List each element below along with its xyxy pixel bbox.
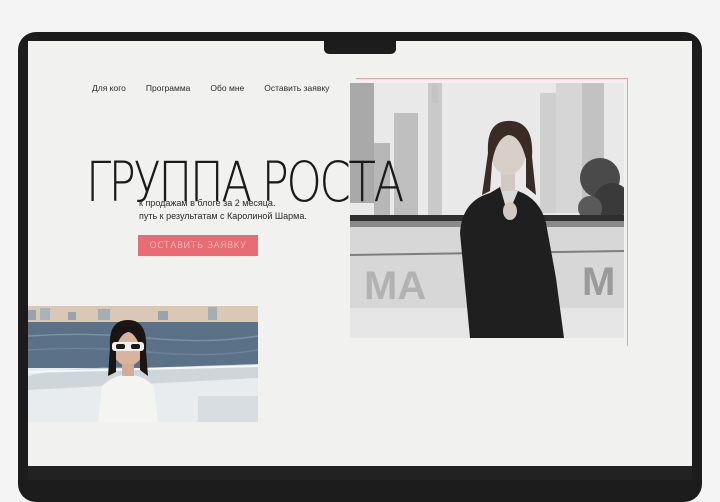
camera-notch [324,41,396,54]
nav-link-for-whom[interactable]: Для кого [92,83,126,93]
next-section-edge [28,466,692,480]
decorative-frame-right [627,78,628,346]
hero-title: ГРУППА РОСТА [86,149,404,214]
apply-button[interactable]: ОСТАВИТЬ ЗАЯВКУ [138,235,258,256]
svg-text:M: M [582,260,615,304]
website-screen: Для кого Программа Обо мне Оставить заяв… [28,41,692,480]
svg-text:MA: MA [364,264,426,308]
nav-link-program[interactable]: Программа [146,83,191,93]
decorative-frame-top [356,78,628,79]
nav-link-about[interactable]: Обо мне [210,83,244,93]
top-navigation: Для кого Программа Обо мне Оставить заяв… [92,83,329,93]
nav-link-apply[interactable]: Оставить заявку [264,83,329,93]
secondary-photo [28,306,258,422]
